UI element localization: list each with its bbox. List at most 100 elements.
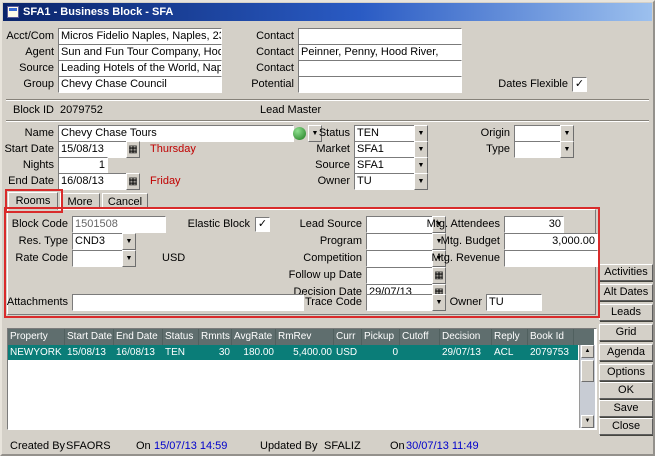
potential-label: Potential [240,77,294,91]
name-label: Name [2,126,54,140]
created-by-value: SFAORS [66,439,111,453]
contact3-field[interactable] [298,60,462,77]
source-dropdown-button[interactable]: ▼ [414,157,428,174]
mtg-attendees-field[interactable]: 30 [504,216,564,233]
col-avgrate[interactable]: AvgRate [232,329,276,345]
col-reply[interactable]: Reply [492,329,528,345]
grid-row-selected[interactable]: NEWYORK 15/08/13 16/08/13 TEN 30 180.00 … [8,345,578,360]
scroll-down-icon[interactable]: ▼ [581,415,594,428]
col-book-id[interactable]: Book Id [528,329,574,345]
scrollbar-thumb[interactable] [581,360,594,382]
mtg-budget-field[interactable]: 3,000.00 [504,233,598,250]
close-button[interactable]: Close [599,418,653,435]
contact1-field[interactable] [298,28,462,45]
res-type-dropdown-button[interactable]: ▼ [122,233,136,250]
agenda-button[interactable]: Agenda [599,344,653,361]
col-pickup[interactable]: Pickup [362,329,400,345]
follow-up-calendar-icon[interactable]: ▦ [432,267,446,284]
grid-scrollbar[interactable]: ▲ ▼ [579,345,595,428]
mtg-revenue-field[interactable] [504,250,598,267]
type-dropdown-button[interactable]: ▼ [560,141,574,158]
contact2-field[interactable]: Peinner, Penny, Hood River, [298,44,462,61]
save-button[interactable]: Save [599,400,653,417]
updated-by-label: Updated By [260,439,317,453]
acct-com-label: Acct/Com [2,29,54,43]
owner-dropdown-button[interactable]: ▼ [414,173,428,190]
block-id-value: 2079752 [60,103,103,117]
grid-cell: 5,400.00 [276,345,334,360]
attachments-label: Attachments [2,295,68,309]
tab-cancel[interactable]: Cancel [102,193,148,209]
nights-field[interactable]: 1 [58,157,108,174]
col-property[interactable]: Property [8,329,65,345]
col-end-date[interactable]: End Date [114,329,163,345]
leads-button[interactable]: Leads [599,304,653,321]
window-title: SFA1 - Business Block - SFA [23,6,173,18]
market-dropdown-button[interactable]: ▼ [414,141,428,158]
globe-icon[interactable] [293,127,306,140]
col-rmnts[interactable]: Rmnts [199,329,232,345]
col-start-date[interactable]: Start Date [65,329,114,345]
source-field[interactable]: SFA1 [354,157,418,174]
potential-field[interactable] [298,76,462,93]
owner-field[interactable]: TU [354,173,418,190]
group-field[interactable]: Chevy Chase Council [58,76,222,93]
col-rmrev[interactable]: RmRev [276,329,334,345]
scroll-up-icon[interactable]: ▲ [581,345,594,358]
col-status[interactable]: Status [163,329,199,345]
origin-field[interactable] [514,125,564,142]
attachments-field[interactable] [72,294,304,311]
elastic-block-checkbox[interactable]: ✓ [255,217,270,232]
col-curr[interactable]: Curr [334,329,362,345]
rate-code-dropdown-button[interactable]: ▼ [122,250,136,267]
mtg-budget-label: Mtg. Budget [410,234,500,248]
block-code-field[interactable]: 1501508 [72,216,166,233]
end-day-text: Friday [150,174,181,188]
block-code-label: Block Code [2,217,68,231]
res-type-label: Res. Type [2,234,68,248]
currency-label: USD [162,251,185,265]
col-cutoff[interactable]: Cutoff [400,329,440,345]
rooms-owner-field[interactable]: TU [486,294,542,311]
source-account-field[interactable]: Leading Hotels of the World, Naples, [58,60,222,77]
status-field[interactable]: TEN [354,125,418,142]
agent-field[interactable]: Sun and Fun Tour Company, Hood Ri [58,44,222,61]
trace-code-field[interactable] [366,294,436,311]
lead-source-label: Lead Source [282,217,362,231]
elastic-block-label: Elastic Block [172,217,250,231]
rate-code-field[interactable] [72,250,126,267]
activities-button[interactable]: Activities [599,264,653,281]
name-field[interactable]: Chevy Chase Tours [58,125,294,142]
follow-up-date-label: Follow up Date [282,268,362,282]
res-type-field[interactable]: CND3 [72,233,126,250]
end-date-field[interactable]: 16/08/13 [58,173,130,190]
start-date-calendar-icon[interactable]: ▦ [126,141,140,158]
tab-more[interactable]: More [60,193,100,209]
mtg-attendees-label: Mtg. Attendees [410,217,500,231]
type-label: Type [470,142,510,156]
market-field[interactable]: SFA1 [354,141,418,158]
rooms-owner-label: Owner [440,295,482,309]
updated-on-label: On [390,439,405,453]
agent-label: Agent [2,45,54,59]
start-date-field[interactable]: 15/08/13 [58,141,130,158]
owner-label: Owner [310,174,350,188]
tab-rooms[interactable]: Rooms [8,192,58,210]
updated-on-value: 30/07/13 11:49 [406,439,479,453]
col-decision[interactable]: Decision [440,329,492,345]
program-label: Program [282,234,362,248]
titlebar[interactable]: SFA1 - Business Block - SFA [3,3,652,21]
acct-com-field[interactable]: Micros Fidelio Naples, Naples, 239-6 [58,28,222,45]
dates-flexible-checkbox[interactable]: ✓ [572,77,587,92]
grid-cell: TEN [163,345,199,360]
options-button[interactable]: Options [599,364,653,381]
contact3-label: Contact [240,61,294,75]
follow-up-date-field[interactable] [366,267,436,284]
grid-button[interactable]: Grid [599,324,653,341]
origin-dropdown-button[interactable]: ▼ [560,125,574,142]
type-field[interactable] [514,141,564,158]
status-dropdown-button[interactable]: ▼ [414,125,428,142]
end-date-calendar-icon[interactable]: ▦ [126,173,140,190]
ok-button[interactable]: OK [599,382,653,399]
alt-dates-button[interactable]: Alt Dates [599,284,653,301]
